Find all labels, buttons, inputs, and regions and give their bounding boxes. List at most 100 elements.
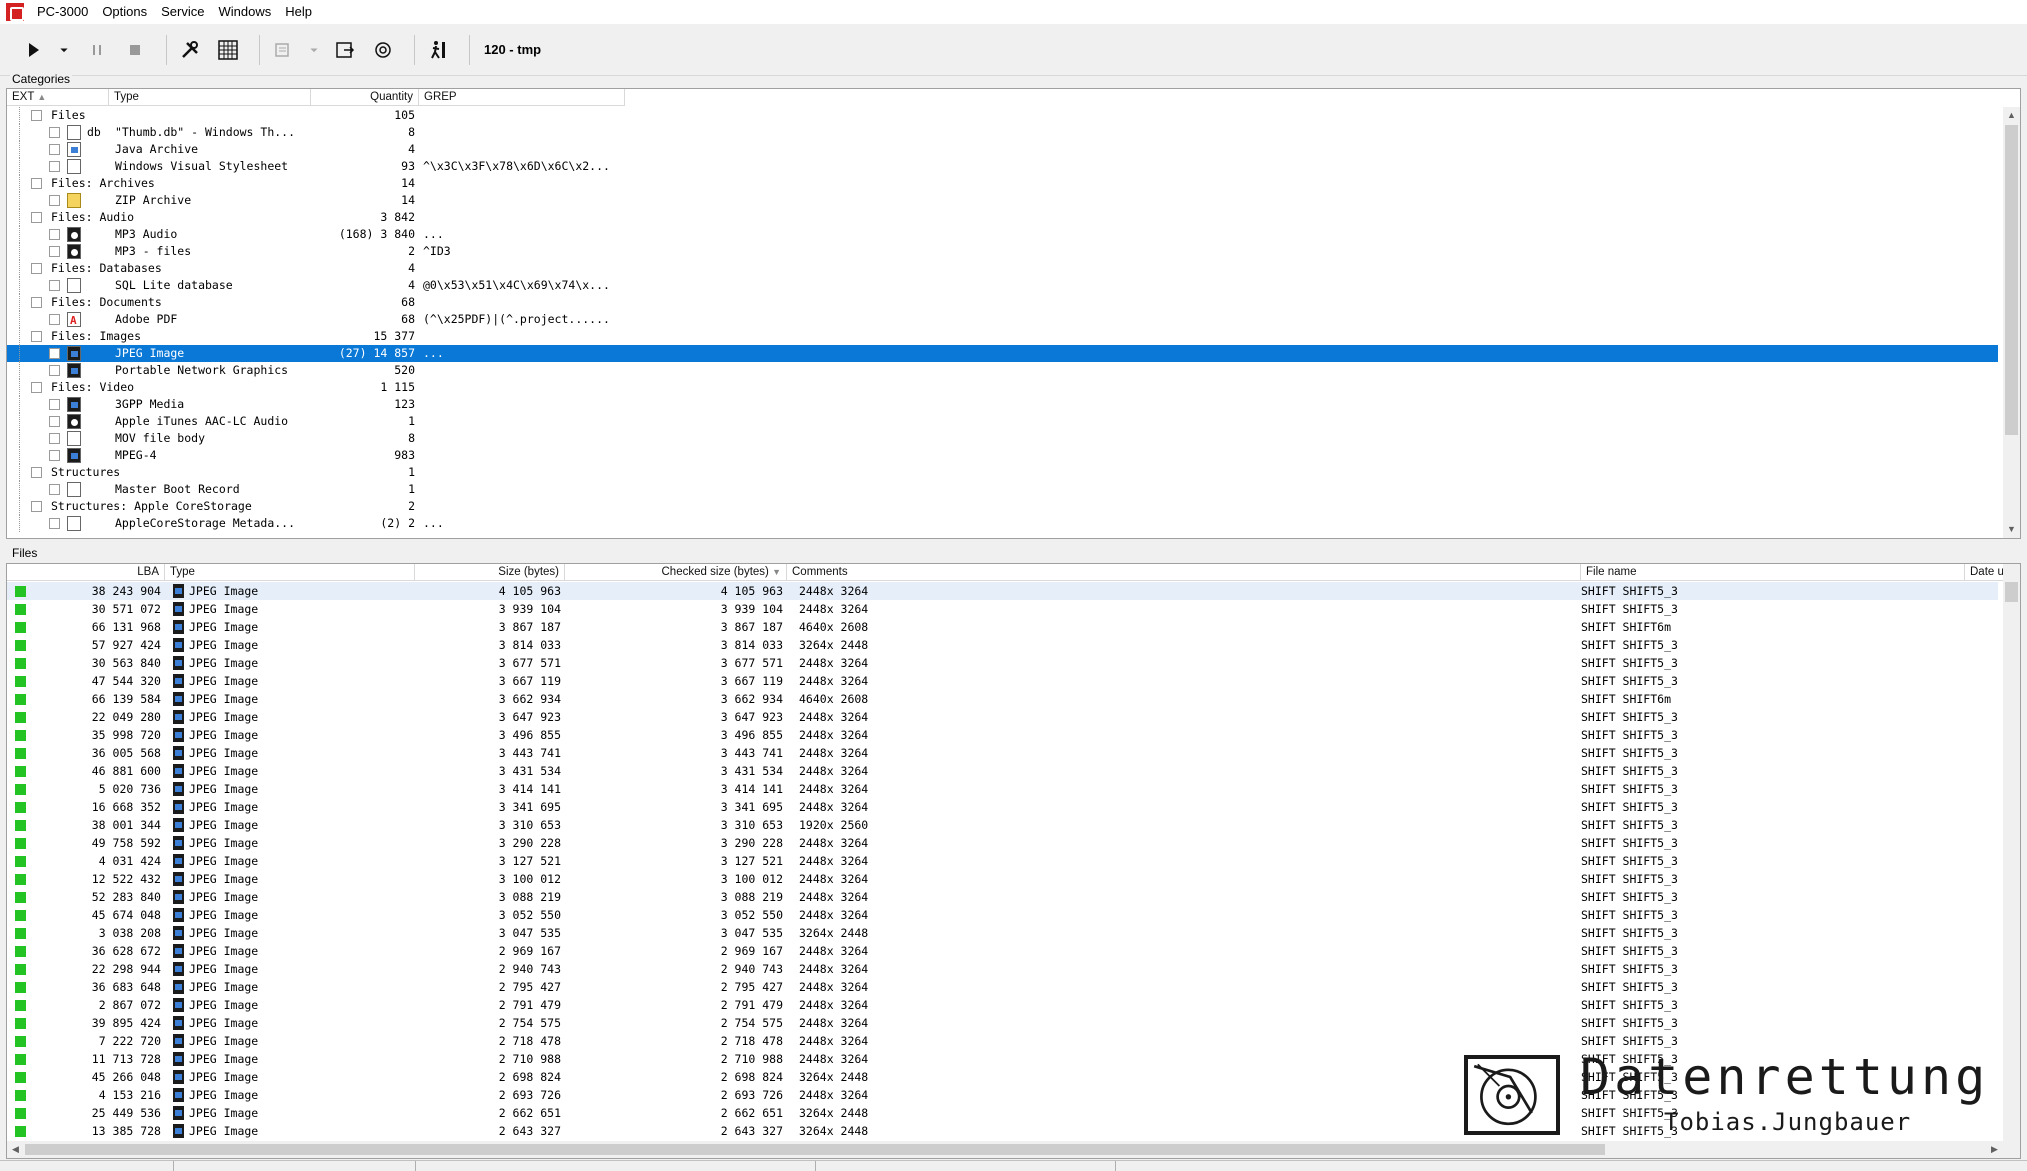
column-header-comments[interactable]: Comments [787, 564, 1581, 581]
dropdown-arrow-icon[interactable] [56, 35, 72, 65]
category-row[interactable]: MPEG-4 983 [7, 447, 1998, 464]
category-row[interactable]: JPEG Image (27) 14 857... [7, 345, 1998, 362]
runner-icon[interactable] [423, 35, 453, 65]
table-row[interactable]: 5 020 736 JPEG Image 3 414 141 3 414 141 244… [7, 780, 1998, 798]
category-checkbox[interactable] [31, 263, 42, 274]
category-row[interactable]: AppleCoreStorage Metada... (2) 2... [7, 515, 1998, 532]
category-checkbox[interactable] [49, 450, 60, 461]
category-checkbox[interactable] [49, 518, 60, 529]
category-checkbox[interactable] [31, 178, 42, 189]
category-group-row[interactable]: Files: Databases 4 [7, 260, 1998, 277]
category-row[interactable]: MP3 - files 2 ^ID3 [7, 243, 1998, 260]
scroll-left-icon[interactable]: ◀ [7, 1141, 24, 1158]
category-group-row[interactable]: Files: Images 15 377 [7, 328, 1998, 345]
column-header-checked-size[interactable]: Checked size (bytes) ▼ [565, 564, 787, 581]
pause-icon[interactable] [82, 35, 112, 65]
stop-icon[interactable] [120, 35, 150, 65]
category-group-row[interactable]: Files: Video 1 115 [7, 379, 1998, 396]
category-row[interactable]: Adobe PDF 68 (^\x25PDF)|(^.project...... [7, 311, 1998, 329]
menu-service[interactable]: Service [154, 0, 211, 24]
category-row[interactable]: SQL Lite database 4 @0\x53\x51\x4C\x69\x74… [7, 277, 1998, 294]
column-header-type[interactable]: Type [109, 89, 311, 106]
category-checkbox[interactable] [31, 382, 42, 393]
category-checkbox[interactable] [49, 161, 60, 172]
category-row[interactable]: Portable Network Graphics 520 [7, 362, 1998, 379]
table-row[interactable]: 3 038 208 JPEG Image 3 047 535 3 047 535 326… [7, 924, 1998, 942]
play-icon[interactable] [18, 35, 48, 65]
category-checkbox[interactable] [31, 110, 42, 121]
menu-help[interactable]: Help [278, 0, 319, 24]
category-row[interactable]: 3GPP Media 123 [7, 396, 1998, 413]
category-checkbox[interactable] [31, 212, 42, 223]
column-header-quantity[interactable]: Quantity [311, 89, 419, 106]
column-header-file-name[interactable]: File name [1581, 564, 1965, 581]
category-checkbox[interactable] [49, 127, 60, 138]
table-row[interactable]: 57 927 424 JPEG Image 3 814 033 3 814 033 32… [7, 636, 1998, 654]
scroll-thumb[interactable] [2005, 582, 2018, 602]
category-row[interactable]: Windows Visual Stylesheet 93 ^\x3C\x3F\x78… [7, 158, 1998, 175]
column-header-size[interactable]: Size (bytes) [415, 564, 565, 581]
menu-options[interactable]: Options [95, 0, 154, 24]
column-header-date[interactable]: Date u [1965, 564, 2005, 581]
grid-icon[interactable] [213, 35, 243, 65]
category-row[interactable]: Master Boot Record 1 [7, 481, 1998, 498]
table-row[interactable]: 12 522 432 JPEG Image 3 100 012 3 100 012 24… [7, 870, 1998, 888]
category-checkbox[interactable] [49, 365, 60, 376]
menu-windows[interactable]: Windows [211, 0, 278, 24]
table-row[interactable]: 30 571 072 JPEG Image 3 939 104 3 939 104 24… [7, 600, 1998, 618]
category-group-row[interactable]: Files: Audio 3 842 [7, 209, 1998, 226]
table-row[interactable]: 36 683 648 JPEG Image 2 795 427 2 795 427 24… [7, 978, 1998, 996]
table-row[interactable]: 35 998 720 JPEG Image 3 496 855 3 496 855 24… [7, 726, 1998, 744]
column-header-lba[interactable]: LBA [7, 564, 165, 581]
category-row[interactable]: Java Archive 4 [7, 141, 1998, 158]
category-row[interactable]: Apple iTunes AAC-LC Audio 1 [7, 413, 1998, 430]
tools-icon[interactable] [175, 35, 205, 65]
table-row[interactable]: 22 298 944 JPEG Image 2 940 743 2 940 743 24… [7, 960, 1998, 978]
table-row[interactable]: 30 563 840 JPEG Image 3 677 571 3 677 571 24… [7, 654, 1998, 672]
category-checkbox[interactable] [49, 416, 60, 427]
table-row[interactable]: 38 243 904 JPEG Image 4 105 963 4 105 963 24… [7, 582, 1998, 600]
table-row[interactable]: 16 668 352 JPEG Image 3 341 695 3 341 695 24… [7, 798, 1998, 816]
table-row[interactable]: 38 001 344 JPEG Image 3 310 653 3 310 653 19… [7, 816, 1998, 834]
category-group-row[interactable]: Files: Documents 68 [7, 294, 1998, 311]
column-header-ext[interactable]: EXT ▲ [7, 89, 109, 106]
column-header-grep[interactable]: GREP [419, 89, 625, 106]
table-row[interactable]: 52 283 840 JPEG Image 3 088 219 3 088 219 24… [7, 888, 1998, 906]
category-checkbox[interactable] [49, 399, 60, 410]
search-config-icon[interactable] [368, 35, 398, 65]
category-checkbox[interactable] [49, 246, 60, 257]
category-checkbox[interactable] [49, 144, 60, 155]
export-icon[interactable] [330, 35, 360, 65]
category-checkbox[interactable] [49, 348, 60, 359]
category-checkbox[interactable] [31, 467, 42, 478]
table-row[interactable]: 66 139 584 JPEG Image 3 662 934 3 662 934 46… [7, 690, 1998, 708]
table-row[interactable]: 22 049 280 JPEG Image 3 647 923 3 647 923 24… [7, 708, 1998, 726]
table-row[interactable]: 47 544 320 JPEG Image 3 667 119 3 667 119 24… [7, 672, 1998, 690]
category-checkbox[interactable] [49, 433, 60, 444]
category-checkbox[interactable] [49, 484, 60, 495]
category-checkbox[interactable] [49, 229, 60, 240]
category-group-row[interactable]: Structures: Apple CoreStorage 2 [7, 498, 1998, 515]
category-checkbox[interactable] [49, 280, 60, 291]
category-checkbox[interactable] [31, 297, 42, 308]
category-checkbox[interactable] [31, 331, 42, 342]
scroll-up-icon[interactable]: ▲ [2003, 107, 2020, 124]
category-row[interactable]: ZIP Archive 14 [7, 192, 1998, 209]
category-group-row[interactable]: Structures 1 [7, 464, 1998, 481]
category-group-row[interactable]: Files 105 [7, 107, 1998, 124]
category-checkbox[interactable] [31, 501, 42, 512]
table-row[interactable]: 36 628 672 JPEG Image 2 969 167 2 969 167 24… [7, 942, 1998, 960]
column-header-type[interactable]: Type [165, 564, 415, 581]
category-row[interactable]: db "Thumb.db" - Windows Th... 8 [7, 124, 1998, 141]
category-checkbox[interactable] [49, 195, 60, 206]
table-row[interactable]: 49 758 592 JPEG Image 3 290 228 3 290 228 24… [7, 834, 1998, 852]
categories-vertical-scrollbar[interactable]: ▲ ▼ [2003, 107, 2020, 538]
scroll-thumb[interactable] [2005, 125, 2018, 435]
scroll-down-icon[interactable]: ▼ [2003, 521, 2020, 538]
category-group-row[interactable]: Files: Archives 14 [7, 175, 1998, 192]
category-row[interactable]: MP3 Audio (168) 3 840... [7, 226, 1998, 243]
table-row[interactable]: 66 131 968 JPEG Image 3 867 187 3 867 187 46… [7, 618, 1998, 636]
list-tool-icon[interactable] [268, 35, 298, 65]
table-row[interactable]: 36 005 568 JPEG Image 3 443 741 3 443 741 24… [7, 744, 1998, 762]
table-row[interactable]: 46 881 600 JPEG Image 3 431 534 3 431 534 24… [7, 762, 1998, 780]
